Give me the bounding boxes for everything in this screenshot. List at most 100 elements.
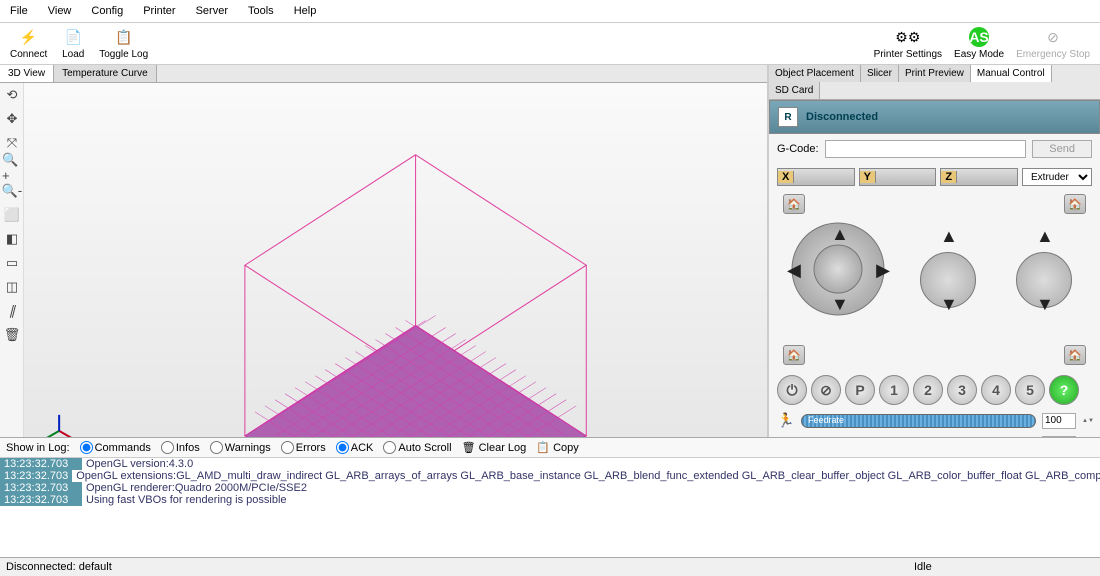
tab-temperature-curve[interactable]: Temperature Curve: [54, 65, 157, 82]
tab-slicer[interactable]: Slicer: [861, 65, 899, 82]
log-content[interactable]: 13:23:32.703OpenGL version:4.3.013:23:32…: [0, 458, 1100, 557]
stop-icon: ⊘: [1043, 27, 1063, 47]
copy-log-button[interactable]: 📋 Copy: [536, 441, 578, 454]
macro-buttons: ⏻ ⊘ P 1 2 3 4 5 ?: [769, 371, 1100, 409]
zoom-out-icon[interactable]: 🔍-: [1, 180, 23, 202]
home-all-button[interactable]: 🏠: [783, 345, 805, 365]
x-axis-display: X: [777, 168, 855, 186]
xy-jog-pad: ▲ ▼ ◀ ▶: [781, 222, 896, 337]
feedrate-slider[interactable]: Feedrate: [801, 414, 1036, 428]
easy-icon: EASY: [969, 27, 989, 47]
front-view-icon[interactable]: ▭: [1, 252, 23, 274]
retract-button[interactable]: ▲: [1036, 226, 1054, 247]
tab-print-preview[interactable]: Print Preview: [899, 65, 971, 82]
filter-warnings[interactable]: Warnings: [210, 441, 271, 454]
rotate-tool-icon[interactable]: ⟲: [1, 84, 23, 106]
log-line: 13:23:32.703Using fast VBOs for renderin…: [0, 494, 1100, 506]
send-button[interactable]: Send: [1032, 140, 1092, 158]
folder-icon: 📄: [63, 27, 83, 47]
filter-commands[interactable]: Commands: [80, 441, 151, 454]
log-panel: Show in Log: Commands Infos Warnings Err…: [0, 437, 1100, 557]
log-line: 13:23:32.703OpenGL renderer:Quadro 2000M…: [0, 482, 1100, 494]
emergency-stop-button[interactable]: ⊘ Emergency Stop: [1010, 25, 1096, 62]
status-state: Idle: [914, 561, 1094, 573]
gcode-input[interactable]: [825, 140, 1027, 158]
axis-indicator-icon: [45, 415, 73, 437]
jog-z-plus[interactable]: ▲: [940, 226, 958, 247]
power-button[interactable]: ⏻: [777, 375, 807, 405]
top-view-icon[interactable]: ◫: [1, 276, 23, 298]
easy-mode-button[interactable]: EASY Easy Mode: [948, 25, 1010, 62]
load-button[interactable]: 📄 Load: [53, 25, 93, 62]
status-connection: Disconnected: default: [6, 561, 914, 573]
log-line: 13:23:32.703OpenGL extensions:GL_AMD_mul…: [0, 470, 1100, 482]
motor-off-button[interactable]: ⊘: [811, 375, 841, 405]
autoscroll-checkbox[interactable]: Auto Scroll: [383, 441, 451, 454]
extrude-button[interactable]: ▼: [1036, 294, 1054, 315]
tab-sd-card[interactable]: SD Card: [769, 82, 820, 99]
jog-y-plus[interactable]: ▲: [831, 224, 849, 245]
home-xy-button[interactable]: 🏠: [783, 194, 805, 214]
main-toolbar: ⚡ Connect 📄 Load 📋 Toggle Log ⚙⚙ Printer…: [0, 23, 1100, 65]
park-button[interactable]: P: [845, 375, 875, 405]
macro-5-button[interactable]: 5: [1015, 375, 1045, 405]
statusbar: Disconnected: default Idle: [0, 557, 1100, 576]
connect-button[interactable]: ⚡ Connect: [4, 25, 53, 62]
filter-infos[interactable]: Infos: [161, 441, 200, 454]
tab-3d-view[interactable]: 3D View: [0, 65, 54, 82]
3d-scene: [24, 83, 767, 437]
move-tool-icon[interactable]: ✥: [1, 108, 23, 130]
fit-view-icon[interactable]: ⬜: [1, 204, 23, 226]
zoom-in-icon[interactable]: 🔍+: [1, 156, 23, 178]
feedrate-spinner[interactable]: ▲▼: [1082, 418, 1092, 424]
menu-help[interactable]: Help: [284, 2, 327, 20]
menubar: File View Config Printer Server Tools He…: [0, 0, 1100, 23]
z-jog-pad: ▲ ▼: [904, 222, 992, 337]
menu-tools[interactable]: Tools: [238, 2, 284, 20]
iso-view-icon[interactable]: ◧: [1, 228, 23, 250]
jog-y-minus[interactable]: ▼: [831, 294, 849, 315]
z-axis-display: Z: [940, 168, 1018, 186]
gcode-label: G-Code:: [777, 143, 819, 155]
jog-x-plus[interactable]: ▶: [876, 260, 890, 281]
view-toolbar: ⟲ ✥ ⤧ 🔍+ 🔍- ⬜ ◧ ▭ ◫ ∥ 🗑: [0, 83, 24, 437]
menu-config[interactable]: Config: [81, 2, 133, 20]
right-tabs: Object Placement Slicer Print Preview Ma…: [769, 65, 1100, 100]
y-axis-display: Y: [859, 168, 937, 186]
macro-3-button[interactable]: 3: [947, 375, 977, 405]
feedrate-input[interactable]: [1042, 413, 1076, 429]
toggle-log-button[interactable]: 📋 Toggle Log: [93, 25, 154, 62]
status-icon: R: [778, 107, 798, 127]
home-z-button[interactable]: 🏠: [1064, 345, 1086, 365]
log-icon: 📋: [114, 27, 134, 47]
3d-viewport[interactable]: [24, 83, 767, 437]
clear-log-button[interactable]: 🗑 Clear Log: [462, 441, 527, 454]
log-line: 13:23:32.703OpenGL version:4.3.0: [0, 458, 1100, 470]
macro-2-button[interactable]: 2: [913, 375, 943, 405]
home-x-button[interactable]: 🏠: [1064, 194, 1086, 214]
plug-icon: ⚡: [19, 27, 39, 47]
jog-controls: ▲ ▼ ◀ ▶ ▲ ▼ ▲ ▼: [769, 214, 1100, 345]
help-button[interactable]: ?: [1049, 375, 1079, 405]
printer-settings-button[interactable]: ⚙⚙ Printer Settings: [868, 25, 948, 62]
jog-z-minus[interactable]: ▼: [940, 294, 958, 315]
jog-x-minus[interactable]: ◀: [787, 260, 801, 281]
gear-icon: ⚙⚙: [898, 27, 918, 47]
fan-slider[interactable]: Fan: [801, 437, 1036, 438]
show-in-log-label: Show in Log:: [6, 442, 70, 454]
extruder-jog-pad: ▲ ▼: [1000, 222, 1088, 337]
connection-status: R Disconnected: [769, 100, 1100, 134]
filter-errors[interactable]: Errors: [281, 441, 326, 454]
macro-1-button[interactable]: 1: [879, 375, 909, 405]
menu-printer[interactable]: Printer: [133, 2, 185, 20]
parallel-icon[interactable]: ∥: [1, 300, 23, 322]
menu-view[interactable]: View: [38, 2, 82, 20]
menu-server[interactable]: Server: [186, 2, 238, 20]
filter-ack[interactable]: ACK: [336, 441, 374, 454]
clear-icon[interactable]: 🗑: [1, 324, 23, 346]
macro-4-button[interactable]: 4: [981, 375, 1011, 405]
tab-object-placement[interactable]: Object Placement: [769, 65, 861, 82]
extruder-select[interactable]: Extruder 1: [1022, 168, 1092, 186]
menu-file[interactable]: File: [0, 2, 38, 20]
tab-manual-control[interactable]: Manual Control: [971, 65, 1052, 82]
